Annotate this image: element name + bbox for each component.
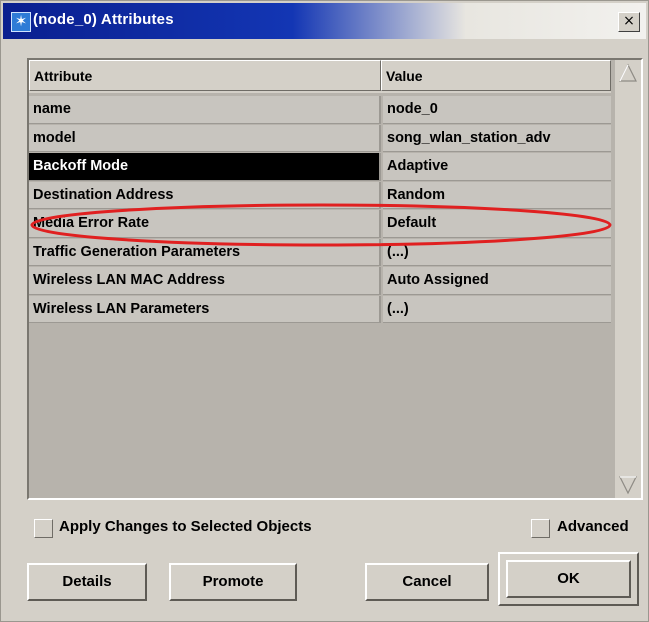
- value-cell[interactable]: Random: [383, 181, 611, 209]
- table-row[interactable]: Destination Address Random: [29, 181, 611, 211]
- close-button[interactable]: ×: [618, 12, 640, 32]
- cancel-button[interactable]: Cancel: [365, 563, 489, 601]
- window-title: (node_0) Attributes: [33, 11, 174, 28]
- apply-changes-checkbox[interactable]: [34, 519, 53, 538]
- attribute-cell[interactable]: Media Error Rate: [29, 210, 381, 238]
- attribute-cell[interactable]: name: [29, 96, 381, 124]
- value-cell[interactable]: song_wlan_station_adv: [383, 124, 611, 152]
- table-row[interactable]: Wireless LAN MAC Address Auto Assigned: [29, 267, 611, 296]
- title-bar[interactable]: ✶ (node_0) Attributes ×: [3, 3, 646, 39]
- value-cell[interactable]: (...): [383, 238, 611, 266]
- table-row[interactable]: Media Error Rate Default: [29, 210, 611, 239]
- advanced-label[interactable]: Advanced: [557, 518, 629, 536]
- table-header: Attribute Value: [29, 60, 611, 93]
- table-row[interactable]: Wireless LAN Parameters (...): [29, 295, 611, 325]
- table-row[interactable]: Backoff Mode Adaptive: [29, 153, 611, 182]
- advanced-checkbox[interactable]: [531, 519, 550, 538]
- value-cell[interactable]: Adaptive: [383, 153, 611, 181]
- column-header-value[interactable]: Value: [381, 60, 611, 91]
- table-row[interactable]: Traffic Generation Parameters (...): [29, 238, 611, 268]
- column-header-attribute[interactable]: Attribute: [29, 60, 381, 91]
- vertical-scrollbar[interactable]: [615, 60, 641, 498]
- value-cell[interactable]: Auto Assigned: [383, 267, 611, 295]
- attribute-cell[interactable]: Traffic Generation Parameters: [29, 238, 381, 266]
- ok-button[interactable]: OK: [506, 560, 631, 598]
- attribute-cell[interactable]: model: [29, 124, 381, 152]
- attributes-table: Attribute Value name node_0 model song_w…: [27, 58, 643, 500]
- scroll-up-icon[interactable]: [618, 62, 638, 84]
- details-button[interactable]: Details: [27, 563, 147, 601]
- table-row[interactable]: name node_0: [29, 96, 611, 125]
- promote-button[interactable]: Promote: [169, 563, 297, 601]
- scroll-down-icon[interactable]: [618, 474, 638, 496]
- table-row[interactable]: model song_wlan_station_adv: [29, 124, 611, 154]
- attributes-dialog: ✶ (node_0) Attributes × Attribute Value …: [0, 0, 649, 622]
- attribute-cell[interactable]: Destination Address: [29, 181, 381, 209]
- apply-changes-label[interactable]: Apply Changes to Selected Objects: [59, 518, 312, 536]
- attribute-cell-selected[interactable]: Backoff Mode: [29, 153, 381, 181]
- table-rows: name node_0 model song_wlan_station_adv …: [29, 96, 611, 324]
- value-cell[interactable]: (...): [383, 295, 611, 323]
- app-icon: ✶: [11, 12, 31, 32]
- attribute-cell[interactable]: Wireless LAN Parameters: [29, 295, 381, 323]
- value-cell[interactable]: Default: [383, 210, 611, 238]
- value-cell[interactable]: node_0: [383, 96, 611, 124]
- attribute-cell[interactable]: Wireless LAN MAC Address: [29, 267, 381, 295]
